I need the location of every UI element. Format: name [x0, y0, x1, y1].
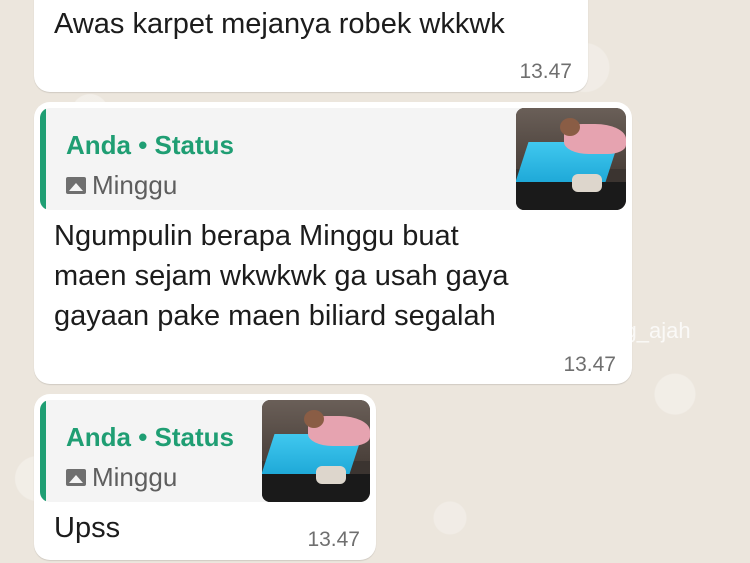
quoted-status[interactable]: Anda • Status Minggu	[40, 400, 370, 502]
message-line: maen sejam wkwkwk ga usah gaya	[54, 260, 509, 292]
status-thumbnail	[516, 108, 626, 210]
quote-label: Minggu	[66, 462, 177, 493]
quote-label: Minggu	[66, 170, 177, 201]
message-time: 13.47	[563, 353, 616, 376]
photo-icon	[66, 177, 86, 194]
photo-icon	[66, 469, 86, 486]
quote-accent-bar	[40, 108, 46, 210]
quote-author: Anda • Status	[66, 130, 235, 160]
message-line: gayaan pake maen biliard segalah	[54, 300, 496, 332]
quote-accent-bar	[40, 400, 46, 502]
message-text: Ngumpulin berapa Minggu buat maen sejam …	[54, 216, 614, 336]
message-time: 13.47	[307, 528, 360, 551]
quoted-status[interactable]: Anda • Status Minggu	[40, 108, 626, 210]
quote-label-text: Minggu	[92, 170, 178, 200]
message-text: Upss	[54, 512, 121, 544]
message-bubble-2[interactable]: Anda • Status Minggu Ngumpulin berapa Mi…	[34, 102, 632, 384]
quote-label-text: Minggu	[92, 462, 178, 492]
message-text: Awas karpet mejanya robek wkkwk	[54, 8, 505, 40]
message-line: Ngumpulin berapa Minggu buat	[54, 220, 459, 252]
message-bubble-1[interactable]: Awas karpet mejanya robek wkkwk 13.47	[34, 0, 588, 92]
status-thumbnail	[262, 400, 370, 502]
message-bubble-3[interactable]: Anda • Status Minggu Upss 13.47	[34, 394, 376, 560]
message-time: 13.47	[519, 60, 572, 83]
quote-author: Anda • Status	[66, 422, 235, 452]
watermark: @ tg_ajah	[590, 318, 691, 343]
